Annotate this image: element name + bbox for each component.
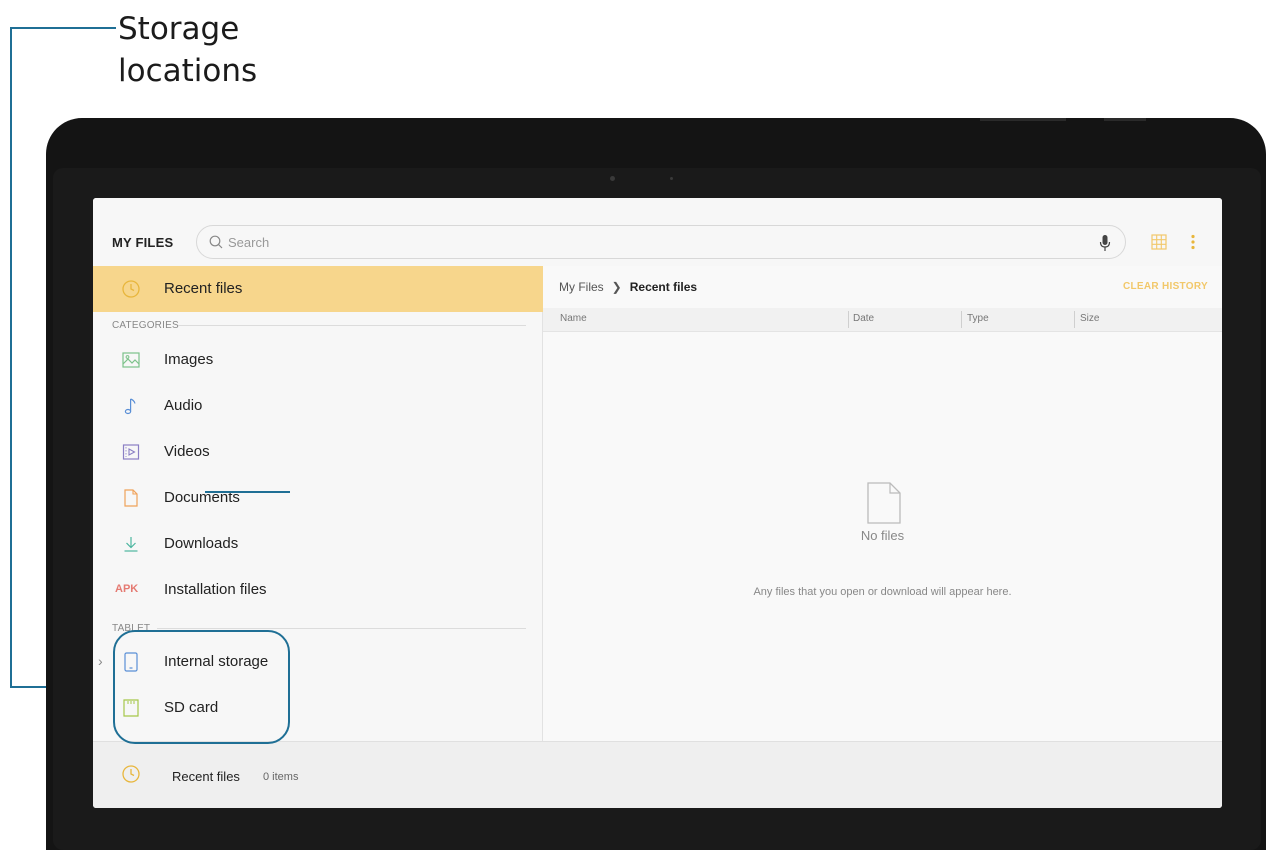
bottom-bar: Recent files 0 items — [93, 741, 1222, 808]
device-button — [980, 118, 1066, 121]
apk-icon: APK — [115, 583, 139, 595]
column-divider — [848, 311, 849, 328]
download-icon — [124, 537, 138, 552]
more-options-icon[interactable] — [1190, 234, 1196, 250]
document-icon — [124, 489, 138, 507]
callout-connector-vertical — [10, 27, 12, 688]
column-header-row: Name Date Type Size — [543, 308, 1222, 332]
section-divider — [178, 325, 526, 326]
section-divider — [157, 628, 526, 629]
clock-icon — [122, 280, 140, 298]
column-header-size[interactable]: Size — [1080, 313, 1099, 324]
sidebar-item-recent-files[interactable]: Recent files — [93, 266, 543, 312]
app-title: MY FILES — [112, 235, 174, 250]
empty-state-title: No files — [860, 528, 905, 543]
sidebar-item-documents[interactable]: Documents — [93, 475, 543, 521]
section-header-categories: CATEGORIES — [112, 320, 179, 331]
search-icon — [209, 235, 223, 249]
storage-locations-highlight — [113, 630, 290, 744]
device-button — [1104, 118, 1146, 121]
clock-icon — [122, 765, 140, 783]
sidebar-item-label: Audio — [164, 397, 203, 414]
grid-view-icon[interactable] — [1151, 234, 1167, 250]
sidebar-item-installation-files[interactable]: APK Installation files — [93, 567, 543, 613]
column-header-type[interactable]: Type — [967, 313, 989, 324]
sidebar-item-label: Images — [164, 351, 214, 368]
empty-state-message: Any files that you open or download will… — [753, 586, 1012, 598]
empty-document-icon — [867, 482, 901, 524]
microphone-icon[interactable] — [1099, 234, 1111, 252]
sidebar-item-label: Videos — [164, 443, 210, 460]
sidebar-item-audio[interactable]: Audio — [93, 383, 543, 429]
sidebar-item-label: Recent files — [164, 280, 243, 297]
sidebar-item-images[interactable]: Images — [93, 337, 543, 383]
item-count: 0 items — [263, 771, 299, 783]
breadcrumb-root[interactable]: My Files — [559, 280, 604, 294]
callout-connector-top — [10, 27, 116, 29]
sidebar-item-label: Installation files — [164, 581, 267, 598]
top-bar: MY FILES Search — [93, 198, 1222, 266]
sensor-icon — [670, 177, 673, 180]
sidebar-item-videos[interactable]: Videos — [93, 429, 543, 475]
breadcrumb-current: Recent files — [629, 280, 698, 294]
chevron-right-icon[interactable]: › — [98, 653, 103, 669]
sidebar-item-label: Downloads — [164, 535, 239, 552]
camera-icon — [610, 176, 615, 181]
chevron-right-icon: ❯ — [611, 280, 622, 294]
sidebar-item-downloads[interactable]: Downloads — [93, 521, 543, 567]
video-icon — [122, 444, 140, 460]
search-placeholder: Search — [228, 235, 270, 250]
music-note-icon — [124, 398, 136, 415]
image-icon — [122, 352, 140, 368]
bottom-bar-location: Recent files — [172, 769, 240, 784]
clear-history-button[interactable]: CLEAR HISTORY — [1123, 281, 1208, 292]
callout-line2: locations — [118, 53, 258, 89]
main-panel: My Files ❯ Recent files CLEAR HISTORY Name… — [543, 266, 1222, 741]
breadcrumb: My Files ❯ Recent files — [559, 280, 697, 294]
column-divider — [961, 311, 962, 328]
column-header-name[interactable]: Name — [560, 313, 587, 324]
column-divider — [1074, 311, 1075, 328]
search-input[interactable]: Search — [196, 225, 1126, 259]
callout-title: Storage locations — [118, 8, 257, 92]
column-header-date[interactable]: Date — [853, 313, 874, 324]
callout-stray-line — [205, 491, 290, 493]
callout-line1: Storage — [118, 11, 240, 47]
